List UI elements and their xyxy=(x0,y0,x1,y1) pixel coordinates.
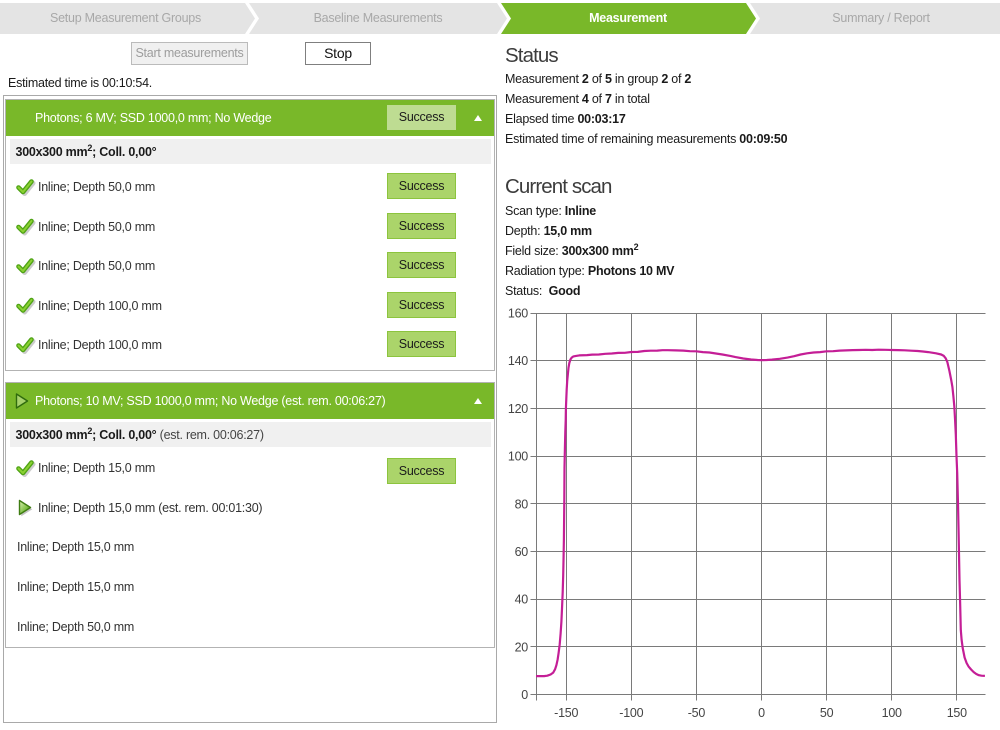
svg-text:100: 100 xyxy=(882,706,902,720)
svg-text:140: 140 xyxy=(508,354,528,368)
svg-text:20: 20 xyxy=(515,640,529,654)
svg-text:-150: -150 xyxy=(554,706,578,720)
svg-text:100: 100 xyxy=(508,450,528,464)
svg-text:40: 40 xyxy=(515,593,529,607)
svg-text:-50: -50 xyxy=(688,706,706,720)
svg-text:0: 0 xyxy=(758,706,765,720)
svg-text:150: 150 xyxy=(947,706,967,720)
svg-text:60: 60 xyxy=(515,545,529,559)
svg-text:0: 0 xyxy=(521,688,528,702)
svg-text:160: 160 xyxy=(508,307,528,321)
svg-text:-100: -100 xyxy=(619,706,643,720)
svg-text:80: 80 xyxy=(515,497,529,511)
svg-text:50: 50 xyxy=(820,706,834,720)
svg-text:120: 120 xyxy=(508,402,528,416)
